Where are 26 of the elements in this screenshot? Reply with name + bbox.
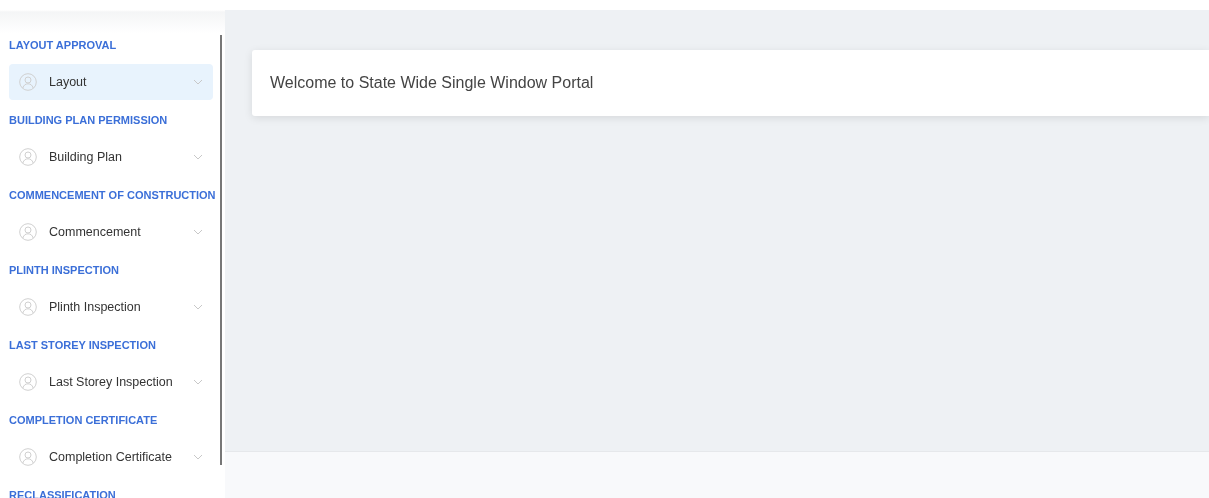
chevron-down-icon [193,304,203,310]
section-heading: LAYOUT APPROVAL [9,38,118,53]
menu-item[interactable]: Plinth Inspection [9,289,213,325]
user-icon [19,148,37,166]
chevron-down-icon [193,454,203,460]
user-icon [19,223,37,241]
user-icon [19,298,37,316]
menu-item[interactable]: Commencement [9,214,213,250]
menu-item[interactable]: Building Plan [9,139,213,175]
menu-item[interactable]: Last Storey Inspection [9,364,213,400]
user-icon [19,373,37,391]
welcome-text: Welcome to State Wide Single Window Portal [270,74,594,92]
chevron-down-icon [193,154,203,160]
section-heading: PLINTH INSPECTION [9,263,120,278]
section-heading: COMPLETION CERTIFICATE [9,413,159,428]
scrollbar[interactable] [220,35,222,465]
section-heading: LAST STOREY INSPECTION [9,338,157,353]
user-icon [19,448,37,466]
chevron-down-icon [193,229,203,235]
chevron-down-icon [193,379,203,385]
chevron-down-icon [193,79,203,85]
menu-item[interactable]: Layout [9,64,213,100]
section-heading: COMMENCEMENT OF CONSTRUCTION [9,188,217,203]
menu-item[interactable]: Completion Certificate [9,439,213,475]
user-icon [19,73,37,91]
section-heading: BUILDING PLAN PERMISSION [9,113,169,128]
